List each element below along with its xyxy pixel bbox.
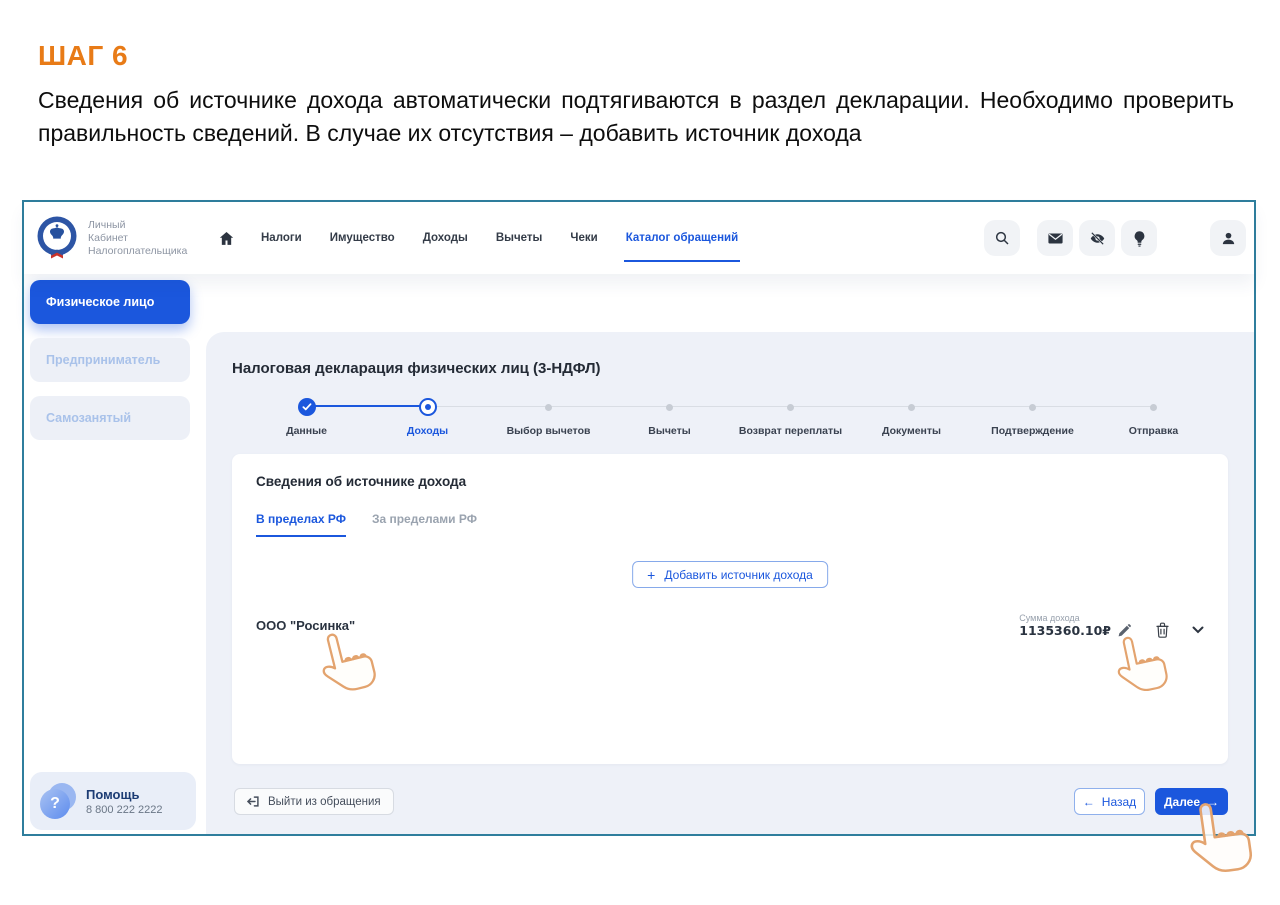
step-incomes[interactable]: Доходы bbox=[367, 398, 488, 437]
step-deductions[interactable]: Вычеты bbox=[609, 398, 730, 437]
step-sending[interactable]: Отправка bbox=[1093, 398, 1214, 437]
main-nav: Налоги Имущество Доходы Вычеты Чеки Ката… bbox=[218, 202, 764, 274]
mail-icon[interactable] bbox=[1037, 220, 1073, 256]
plus-icon: + bbox=[647, 567, 655, 583]
step-current-icon bbox=[419, 398, 437, 416]
header-icons bbox=[984, 220, 1246, 256]
step-todo-dot bbox=[1150, 404, 1157, 411]
income-source-name[interactable]: ООО "Росинка" bbox=[256, 618, 355, 633]
profile-icon[interactable] bbox=[1210, 220, 1246, 256]
nav-item-requests-catalog[interactable]: Каталог обращений bbox=[624, 202, 740, 274]
back-button[interactable]: ← Назад bbox=[1074, 788, 1145, 815]
arrow-right-icon: → bbox=[1207, 795, 1219, 809]
step-todo-dot bbox=[666, 404, 673, 411]
exit-icon bbox=[247, 796, 260, 807]
step-confirmation[interactable]: Подтверждение bbox=[972, 398, 1093, 437]
home-icon[interactable] bbox=[218, 230, 235, 247]
income-source-row: ООО "Росинка" Сумма дохода 1135360.10₽ bbox=[256, 602, 1204, 648]
brand-line-2: Кабинет bbox=[88, 232, 187, 245]
nav-item-receipts[interactable]: Чеки bbox=[568, 202, 599, 274]
edit-pencil-icon[interactable] bbox=[1117, 624, 1131, 638]
income-amount-block: Сумма дохода 1135360.10₽ bbox=[1019, 613, 1111, 638]
help-card[interactable]: ? Помощь 8 800 222 2222 bbox=[30, 772, 196, 830]
sidebar-item-entrepreneur[interactable]: Предприниматель bbox=[30, 338, 190, 382]
tab-inside-rf[interactable]: В пределах РФ bbox=[256, 512, 346, 537]
add-income-source-label: Добавить источник дохода bbox=[664, 568, 813, 582]
step-done-check-icon bbox=[298, 398, 316, 416]
help-phone: 8 800 222 2222 bbox=[86, 804, 162, 816]
step-todo-dot bbox=[545, 404, 552, 411]
brand-line-3: Налогоплательщика bbox=[88, 245, 187, 258]
app-screenshot-frame: Личный Кабинет Налогоплательщика Налоги … bbox=[22, 200, 1256, 836]
income-amount-label: Сумма дохода bbox=[1019, 613, 1079, 623]
chevron-down-icon[interactable] bbox=[1192, 626, 1204, 634]
tutorial-description: Сведения об источнике дохода автоматичес… bbox=[38, 84, 1234, 150]
exit-request-label: Выйти из обращения bbox=[268, 796, 381, 808]
declaration-stepper: Данные Доходы Выбор вычетов Вычеты bbox=[246, 398, 1214, 437]
brand: Личный Кабинет Налогоплательщика bbox=[36, 215, 187, 261]
help-title: Помощь bbox=[86, 787, 162, 802]
nav-item-deductions[interactable]: Вычеты bbox=[494, 202, 545, 274]
back-label: Назад bbox=[1102, 795, 1136, 809]
brand-line-1: Личный bbox=[88, 219, 187, 232]
card-title: Сведения об источнике дохода bbox=[256, 474, 466, 489]
notifications-off-icon[interactable] bbox=[1079, 220, 1115, 256]
next-label: Далее bbox=[1164, 795, 1200, 809]
step-todo-dot bbox=[1029, 404, 1036, 411]
search-icon[interactable] bbox=[984, 220, 1020, 256]
page-title: Налоговая декларация физических лиц (3-Н… bbox=[232, 360, 600, 377]
question-icon: ? bbox=[40, 783, 76, 819]
exit-request-button[interactable]: Выйти из обращения bbox=[234, 788, 394, 815]
nav-item-property[interactable]: Имущество bbox=[328, 202, 397, 274]
income-tabs: В пределах РФ За пределами РФ bbox=[256, 512, 503, 537]
income-amount-value: 1135360.10₽ bbox=[1019, 623, 1111, 638]
lightbulb-icon[interactable] bbox=[1121, 220, 1157, 256]
delete-trash-icon[interactable] bbox=[1155, 622, 1170, 638]
main-panel: Налоговая декларация физических лиц (3-Н… bbox=[206, 332, 1254, 834]
page: ШАГ 6 Сведения об источнике дохода автом… bbox=[0, 0, 1280, 905]
step-todo-dot bbox=[908, 404, 915, 411]
brand-title: Личный Кабинет Налогоплательщика bbox=[88, 219, 187, 258]
tab-outside-rf[interactable]: За пределами РФ bbox=[372, 512, 477, 537]
nav-item-taxes[interactable]: Налоги bbox=[259, 202, 304, 274]
sidebar: Физическое лицо Предприниматель Самозаня… bbox=[24, 274, 206, 834]
add-income-source-button[interactable]: + Добавить источник дохода bbox=[632, 561, 828, 588]
step-data[interactable]: Данные bbox=[246, 398, 367, 437]
next-button[interactable]: Далее → bbox=[1155, 788, 1228, 815]
step-documents[interactable]: Документы bbox=[851, 398, 972, 437]
step-todo-dot bbox=[787, 404, 794, 411]
sidebar-item-self-employed[interactable]: Самозанятый bbox=[30, 396, 190, 440]
tutorial-step-title: ШАГ 6 bbox=[38, 40, 128, 72]
app-header: Личный Кабинет Налогоплательщика Налоги … bbox=[24, 202, 1254, 274]
nav-item-incomes[interactable]: Доходы bbox=[421, 202, 470, 274]
step-overpayment-refund[interactable]: Возврат переплаты bbox=[730, 398, 851, 437]
arrow-left-icon: ← bbox=[1083, 795, 1095, 809]
fns-emblem-logo bbox=[36, 215, 78, 261]
income-source-card: Сведения об источнике дохода В пределах … bbox=[232, 454, 1228, 764]
help-text: Помощь 8 800 222 2222 bbox=[86, 787, 162, 816]
sidebar-item-individual[interactable]: Физическое лицо bbox=[30, 280, 190, 324]
step-deduction-choice[interactable]: Выбор вычетов bbox=[488, 398, 609, 437]
